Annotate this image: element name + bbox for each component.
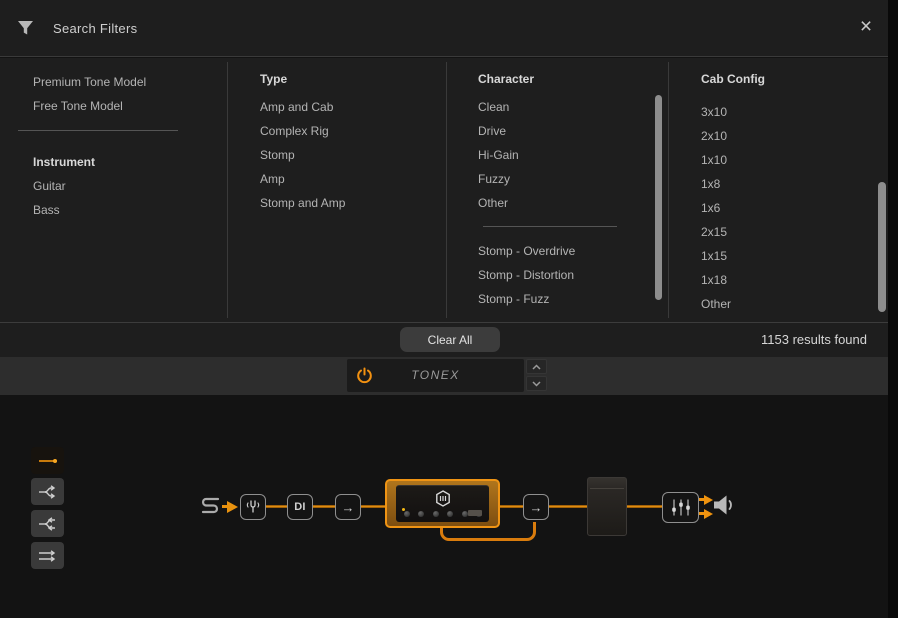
filter-funnel-icon — [17, 20, 34, 36]
column-divider — [668, 62, 669, 318]
routing-parallel-button[interactable] — [31, 542, 64, 569]
results-count: 1153 results found — [761, 332, 867, 347]
ik-hexagon-logo-icon — [435, 490, 451, 507]
vertical-faders-icon — [669, 498, 693, 517]
empty-slot-arrow-icon: → — [342, 501, 355, 514]
signal-chain-area: DI → → — [0, 395, 888, 618]
filter-option-premium-tone-model[interactable]: Premium Tone Model — [33, 70, 218, 94]
filter-panel: Premium Tone Model Free Tone Model Instr… — [0, 58, 888, 322]
filter-option-1x18[interactable]: 1x18 — [701, 268, 871, 292]
merge-path-icon — [38, 517, 58, 531]
filter-option-complex-rig[interactable]: Complex Rig — [260, 119, 440, 143]
filter-option-stomp[interactable]: Stomp — [260, 143, 440, 167]
wire-segment — [545, 505, 591, 508]
instrument-header: Instrument — [33, 150, 218, 174]
filter-option-guitar[interactable]: Guitar — [33, 174, 218, 198]
preset-name: TONEX — [347, 359, 524, 392]
filter-option-drive[interactable]: Drive — [478, 119, 653, 143]
cab-config-header: Cab Config — [701, 67, 871, 91]
filter-option-stomp-distortion[interactable]: Stomp - Distortion — [478, 263, 653, 287]
filter-option-other-character[interactable]: Other — [478, 191, 653, 215]
filter-option-fuzzy[interactable]: Fuzzy — [478, 167, 653, 191]
amp-head-image — [396, 485, 489, 522]
filter-option-amp[interactable]: Amp — [260, 167, 440, 191]
routing-split-button[interactable] — [31, 478, 64, 505]
speaker-icon — [713, 494, 735, 516]
eq-slot[interactable] — [662, 492, 699, 523]
parallel-path-icon — [38, 549, 58, 563]
type-header: Type — [260, 67, 440, 91]
preset-bar: TONEX — [0, 357, 898, 395]
preset-stepper — [526, 359, 547, 391]
column-divider — [446, 62, 447, 318]
window-edge — [888, 0, 898, 618]
routing-mono-button[interactable] — [31, 447, 64, 474]
input-arrow-icon — [227, 501, 238, 513]
type-column: Type Amp and Cab Complex Rig Stomp Amp S… — [260, 67, 440, 215]
wire-segment — [623, 505, 666, 508]
tuner-slot[interactable] — [240, 494, 266, 520]
filter-option-stomp-and-amp[interactable]: Stomp and Amp — [260, 191, 440, 215]
character-scrollbar[interactable] — [655, 95, 662, 300]
results-bar: Clear All 1153 results found — [0, 322, 888, 357]
filter-option-free-tone-model[interactable]: Free Tone Model — [33, 94, 218, 118]
page-title: Search Filters — [53, 21, 137, 36]
filter-option-1x8[interactable]: 1x8 — [701, 172, 871, 196]
filter-option-1x15[interactable]: 1x15 — [701, 244, 871, 268]
filter-option-amp-and-cab[interactable]: Amp and Cab — [260, 95, 440, 119]
filter-option-1x6[interactable]: 1x6 — [701, 196, 871, 220]
output-arrow-icon — [704, 509, 713, 519]
empty-slot-arrow-icon: → — [530, 501, 543, 514]
character-column: Character Clean Drive Hi-Gain Fuzzy Othe… — [478, 67, 653, 311]
tone-model-block[interactable] — [385, 479, 500, 528]
filter-option-hi-gain[interactable]: Hi-Gain — [478, 143, 653, 167]
character-header: Character — [478, 67, 653, 91]
filter-option-stomp-overdrive[interactable]: Stomp - Overdrive — [478, 239, 653, 263]
chevron-down-icon[interactable] — [526, 376, 547, 391]
mono-path-icon — [39, 460, 57, 462]
preset-display[interactable]: TONEX — [347, 359, 524, 392]
di-label: DI — [294, 501, 306, 513]
di-slot[interactable]: DI — [287, 494, 313, 520]
tonex-search-filters-window: Search Filters × Premium Tone Model Free… — [0, 0, 898, 618]
filter-option-1x10[interactable]: 1x10 — [701, 148, 871, 172]
output-arrow-icon — [704, 495, 713, 505]
column-divider — [227, 62, 228, 318]
filter-option-clean[interactable]: Clean — [478, 95, 653, 119]
cab-config-scrollbar[interactable] — [878, 182, 886, 312]
amp-badge — [468, 510, 482, 516]
pre-fx-slot[interactable]: → — [335, 494, 361, 520]
filter-option-2x10[interactable]: 2x10 — [701, 124, 871, 148]
instrument-cable-icon — [199, 495, 222, 517]
chevron-up-icon[interactable] — [526, 359, 547, 374]
filter-option-3x10[interactable]: 3x10 — [701, 100, 871, 124]
post-fx-slot[interactable]: → — [523, 494, 549, 520]
cab-config-column: Cab Config 3x10 2x10 1x10 1x8 1x6 2x15 1… — [701, 67, 871, 316]
model-column: Premium Tone Model Free Tone Model Instr… — [33, 70, 218, 222]
clear-all-button[interactable]: Clear All — [400, 327, 500, 352]
tuning-fork-icon — [246, 500, 260, 515]
header-bar: Search Filters × — [0, 0, 888, 57]
filter-option-other-cab[interactable]: Other — [701, 292, 871, 316]
filter-option-2x15[interactable]: 2x15 — [701, 220, 871, 244]
routing-merge-button[interactable] — [31, 510, 64, 537]
close-icon[interactable]: × — [852, 13, 880, 41]
filter-option-bass[interactable]: Bass — [33, 198, 218, 222]
split-path-icon — [38, 485, 58, 499]
cab-block[interactable] — [587, 477, 627, 536]
filter-option-stomp-fuzz[interactable]: Stomp - Fuzz — [478, 287, 653, 311]
